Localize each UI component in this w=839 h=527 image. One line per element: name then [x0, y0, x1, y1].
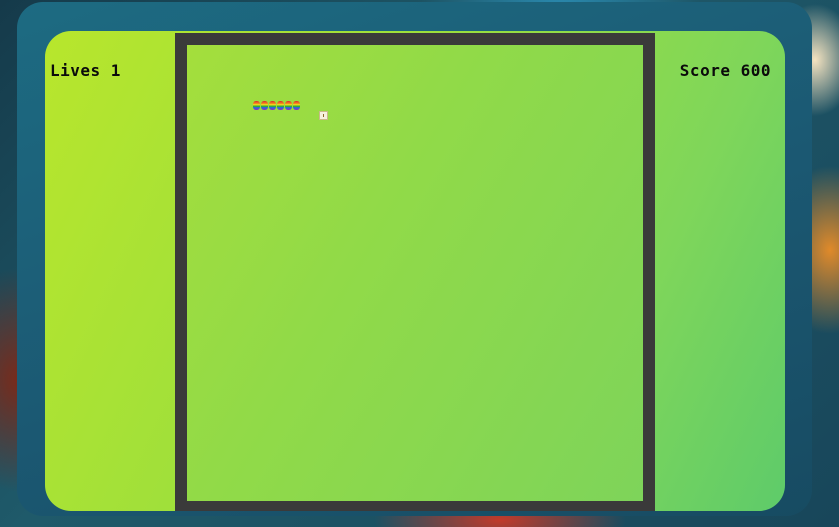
food-pellet-icon: [319, 111, 328, 120]
game-screen: Lives 1 Score 600: [0, 0, 839, 527]
snake-segment: [285, 101, 292, 110]
snake-head: [293, 101, 300, 110]
game-panel: Lives 1 Score 600: [45, 31, 785, 511]
snake-segment: [253, 101, 260, 110]
snake: [253, 101, 300, 110]
game-board[interactable]: [187, 45, 643, 501]
snake-segment: [277, 101, 284, 110]
lives-counter: Lives 1: [50, 61, 121, 80]
snake-segment: [261, 101, 268, 110]
snake-segment: [269, 101, 276, 110]
board-border: [175, 33, 655, 511]
score-counter: Score 600: [679, 61, 771, 80]
